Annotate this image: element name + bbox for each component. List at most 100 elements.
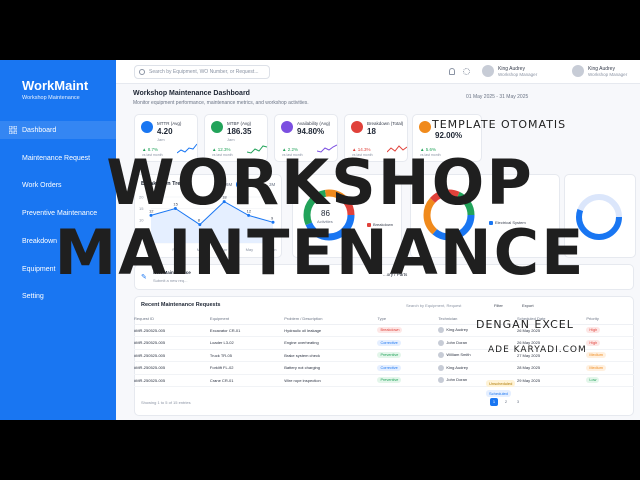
export-button[interactable]: Export	[522, 303, 534, 308]
page-title: Workshop Maintenance Dashboard	[133, 90, 250, 97]
id-value: #MR-250525-005	[134, 327, 166, 333]
avatar	[438, 364, 445, 371]
cell-date: 29 May 2025	[516, 374, 587, 387]
cell-problem: Brake system check	[284, 349, 378, 362]
gear-icon[interactable]	[463, 68, 470, 75]
gauge-icon	[281, 121, 293, 133]
kpi-label: MTTR (Avg)	[157, 121, 182, 126]
requests-search-input[interactable]: Search by Equipment, Request	[406, 303, 461, 308]
page-1[interactable]: 1	[490, 398, 498, 406]
tech-value: William Smith	[446, 352, 471, 358]
kpi-value: 18	[367, 127, 376, 136]
avatar[interactable]	[572, 65, 584, 77]
equipment-value: Truck TR-05	[209, 352, 232, 358]
search-placeholder: Search by Equipment, WO Number, or Reque…	[149, 69, 259, 75]
problem-value: Hydraulic oil leakage	[284, 327, 322, 333]
sidebar-item-dashboard[interactable]: Dashboard	[0, 121, 116, 139]
cell-priority: High	[586, 336, 634, 350]
cell-equipment: Loader L3-02	[209, 336, 285, 350]
kpi-value: 4.20	[157, 127, 173, 136]
cell-type: Preventive	[377, 349, 439, 362]
avatar	[438, 339, 445, 346]
sidebar-item-setting[interactable]: Setting	[0, 287, 116, 305]
equipment-value: Crane CR-01	[209, 377, 234, 383]
problem-value: Battery not charging	[284, 365, 321, 371]
cell-type: Breakdown	[377, 324, 439, 337]
cell-id: #MR-250525-005	[134, 336, 210, 350]
cell-id: #MR-250525-005	[134, 361, 210, 375]
cell-priority: High	[586, 324, 634, 337]
date-range-picker[interactable]: 01 May 2025 - 31 May 2025	[466, 94, 528, 100]
kpi-label: MTBF (Avg)	[227, 121, 252, 126]
cell-priority: Low	[586, 374, 634, 387]
priority-value: High	[586, 327, 601, 334]
wrench-icon	[419, 121, 431, 133]
page-subtitle: Monitor equipment performance, maintenan…	[133, 100, 309, 106]
cell-type: Corrective	[377, 361, 439, 375]
priority-value: Low	[586, 377, 600, 384]
column-header: Type	[377, 314, 439, 325]
equipment-value: Excavator CR-01	[209, 327, 241, 333]
priority-value: Medium	[586, 352, 606, 359]
table-row[interactable]: #MR-250525-005 Crane CR-01 Wire rope inspe…	[134, 374, 634, 387]
user-role: Workshop Manager	[498, 72, 538, 77]
equipment-value: Forklift FL-02	[209, 365, 234, 371]
cell-type: Preventive	[377, 374, 439, 387]
overlay-title-line2: MAINTENANCE	[54, 216, 586, 289]
kpi-value: 94.80%	[297, 127, 325, 136]
filter-button[interactable]: Filter	[494, 303, 503, 308]
user-role: Workshop Manager	[588, 72, 628, 77]
type-value: Preventive	[377, 352, 402, 359]
bell-icon[interactable]	[449, 68, 455, 75]
avatar	[438, 377, 445, 384]
kpi-unit: Jam	[227, 137, 235, 142]
warning-icon	[351, 121, 363, 133]
kpi-label: Availability (Avg)	[297, 121, 331, 126]
tech-value: King Audrey	[446, 364, 468, 370]
topbar: Search by Equipment, WO Number, or Reque…	[116, 60, 640, 84]
page-3[interactable]: 3	[514, 398, 522, 406]
avatar	[438, 352, 445, 359]
section-title: Recent Maintenance Requests	[141, 302, 221, 308]
grid-icon	[9, 126, 17, 134]
app-window: WorkMaint Workshop Maintenance Dashboard…	[0, 60, 640, 420]
table-row[interactable]: #MR-250525-005 Forklift FL-02 Battery not …	[134, 361, 634, 375]
kpi-value: 186.35	[227, 127, 252, 136]
overlay-template-text: TEMPLATE OTOMATIS	[432, 118, 567, 131]
column-header: Request ID	[134, 314, 210, 325]
tech-value: King Audrey	[446, 327, 468, 333]
cell-type: Corrective	[377, 336, 439, 350]
problem-value: Engine overheating	[284, 340, 319, 346]
problem-value: Wire rope inspection	[284, 377, 321, 383]
cell-tech: King Audrey	[438, 361, 517, 375]
page-2[interactable]: 2	[502, 398, 510, 406]
type-value: Preventive	[377, 377, 402, 384]
equipment-value: Loader L3-02	[209, 340, 234, 346]
overlay-site-text: ADE KARYADI.COM	[488, 345, 587, 355]
id-value: #MR-250525-005	[134, 365, 166, 371]
sidebar-item-label: Setting	[22, 292, 44, 300]
search-icon	[139, 69, 145, 75]
priority-value: Medium	[586, 364, 606, 371]
pagination-info: Showing 1 to 5 of 15 entries	[141, 400, 191, 405]
sidebar-item-label: Dashboard	[22, 126, 57, 134]
status-badge: Scheduled	[486, 390, 511, 397]
cell-problem: Battery not charging	[284, 361, 378, 375]
clock-icon	[141, 121, 153, 133]
cell-equipment: Forklift FL-02	[209, 361, 285, 375]
avatar[interactable]	[482, 65, 494, 77]
column-header: Equipment	[209, 314, 285, 325]
brand-subtitle: Workshop Maintenance	[22, 95, 80, 101]
search-input[interactable]: Search by Equipment, WO Number, or Reque…	[134, 65, 270, 79]
cell-priority: Medium	[586, 361, 634, 375]
cell-problem: Engine overheating	[284, 336, 378, 350]
priority-value: High	[586, 339, 601, 346]
tech-value: John Doran	[446, 339, 468, 345]
type-value: Corrective	[377, 364, 401, 371]
kpi-label: Breakdown (Total)	[367, 121, 404, 126]
column-header: Priority	[586, 314, 634, 325]
cell-problem: Hydraulic oil leakage	[284, 324, 378, 337]
cell-priority: Medium	[586, 349, 634, 362]
table-body: #MR-250525-005 Excavator CR-01 Hydraulic o…	[134, 324, 634, 387]
kpi-unit: Jam	[157, 137, 165, 142]
